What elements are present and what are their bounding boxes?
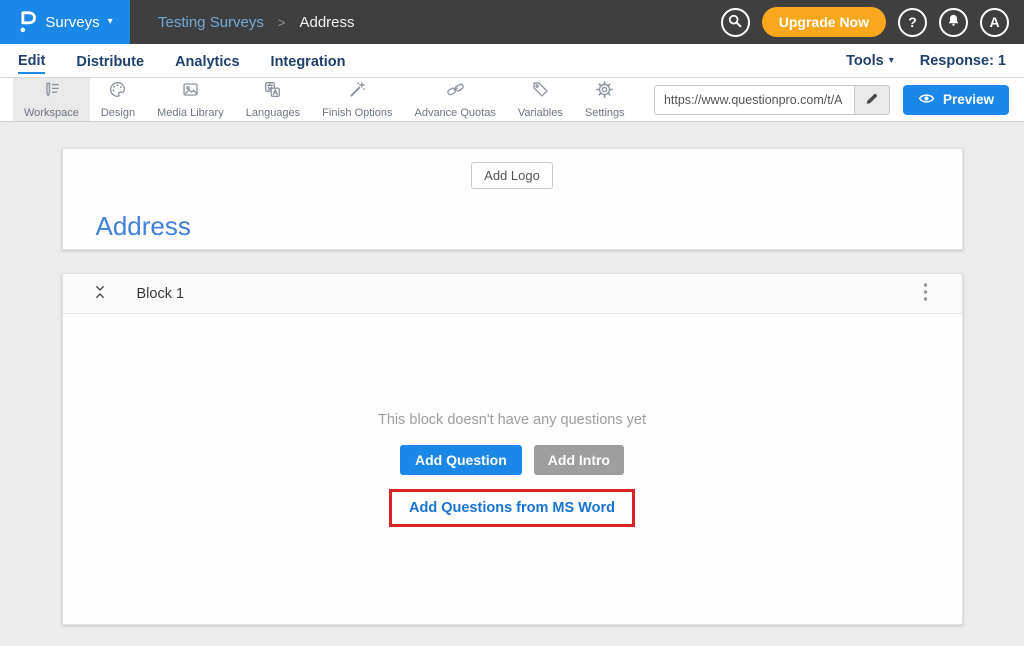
block-title[interactable]: Block 1 bbox=[137, 286, 185, 302]
toolbar-item-label: Variables bbox=[518, 107, 563, 119]
response-count[interactable]: Response: 1 bbox=[920, 53, 1006, 69]
preview-label: Preview bbox=[943, 92, 994, 107]
chevron-down-icon: ▾ bbox=[108, 17, 113, 27]
search-icon bbox=[727, 13, 743, 32]
block-header: Block 1 bbox=[63, 274, 962, 314]
palette-icon bbox=[108, 80, 127, 104]
tab-analytics[interactable]: Analytics bbox=[175, 49, 239, 73]
toolbar-item-label: Finish Options bbox=[322, 107, 392, 119]
toolbar-item-finish-options[interactable]: Finish Options bbox=[311, 78, 403, 121]
block-card: Block 1 This block doesn't have any ques… bbox=[62, 273, 963, 625]
tag-icon bbox=[531, 80, 550, 104]
notifications-button[interactable] bbox=[939, 8, 968, 37]
toolbar-item-workspace[interactable]: Workspace bbox=[13, 78, 90, 121]
toolbar-item-design[interactable]: Design bbox=[90, 78, 146, 121]
translate-icon bbox=[263, 80, 282, 104]
tab-distribute[interactable]: Distribute bbox=[76, 49, 144, 73]
toolbar-item-label: Workspace bbox=[24, 107, 79, 119]
toolbar-item-label: Settings bbox=[585, 107, 625, 119]
collapse-icon bbox=[92, 284, 108, 303]
annotation-highlight-box: Add Questions from MS Word bbox=[389, 489, 635, 527]
image-icon bbox=[181, 80, 200, 104]
chevron-down-icon: ▾ bbox=[889, 56, 894, 66]
toolbar-item-variables[interactable]: Variables bbox=[507, 78, 574, 121]
section-nav: Edit Distribute Analytics Integration To… bbox=[0, 44, 1024, 78]
wand-icon bbox=[348, 80, 367, 104]
block-menu-button[interactable] bbox=[919, 278, 932, 309]
nav-links: Edit Distribute Analytics Integration bbox=[18, 48, 345, 74]
header-actions: Upgrade Now ? A bbox=[721, 7, 1024, 37]
workspace-icon bbox=[42, 80, 61, 104]
survey-title-card: Add Logo Address bbox=[62, 148, 963, 250]
tools-menu[interactable]: Tools ▾ bbox=[846, 53, 894, 69]
add-question-button[interactable]: Add Question bbox=[400, 445, 522, 475]
kebab-menu-icon bbox=[923, 290, 928, 305]
chain-links-icon bbox=[446, 80, 465, 104]
preview-button[interactable]: Preview bbox=[903, 85, 1009, 115]
empty-block-message: This block doesn't have any questions ye… bbox=[378, 412, 646, 428]
toolbar-item-advance-quotas[interactable]: Advance Quotas bbox=[403, 78, 506, 121]
pencil-icon bbox=[864, 91, 879, 109]
toolbar-item-label: Design bbox=[101, 107, 135, 119]
top-header: Surveys ▾ Testing Surveys > Address Upgr… bbox=[0, 0, 1024, 44]
breadcrumb: Testing Surveys > Address bbox=[158, 14, 355, 31]
edit-url-button[interactable] bbox=[854, 85, 890, 115]
avatar[interactable]: A bbox=[980, 8, 1009, 37]
breadcrumb-separator: > bbox=[278, 15, 286, 30]
toolbar-spacer bbox=[636, 78, 654, 121]
tools-label: Tools bbox=[846, 53, 884, 69]
block-body: This block doesn't have any questions ye… bbox=[63, 314, 962, 527]
survey-title[interactable]: Address bbox=[96, 211, 962, 242]
toolbar-item-languages[interactable]: Languages bbox=[235, 78, 311, 121]
collapse-block-button[interactable] bbox=[89, 283, 111, 305]
editor-toolbar: Workspace Design Media Library Languages… bbox=[0, 78, 1024, 122]
breadcrumb-current: Address bbox=[299, 14, 354, 31]
block-actions: Add Question Add Intro bbox=[400, 445, 624, 475]
bell-icon bbox=[946, 13, 961, 31]
add-logo-button[interactable]: Add Logo bbox=[471, 162, 553, 189]
toolbar-item-label: Advance Quotas bbox=[414, 107, 495, 119]
survey-url-input[interactable] bbox=[654, 85, 854, 115]
nav-right: Tools ▾ Response: 1 bbox=[846, 53, 1006, 69]
breadcrumb-parent[interactable]: Testing Surveys bbox=[158, 14, 264, 31]
product-name: Surveys bbox=[45, 14, 99, 31]
tab-integration[interactable]: Integration bbox=[271, 49, 346, 73]
toolbar-item-media-library[interactable]: Media Library bbox=[146, 78, 235, 121]
upgrade-now-button[interactable]: Upgrade Now bbox=[762, 7, 886, 37]
add-intro-button[interactable]: Add Intro bbox=[534, 445, 624, 475]
survey-workspace: Add Logo Address Block 1 This block does… bbox=[0, 122, 1024, 646]
search-button[interactable] bbox=[721, 8, 750, 37]
help-button[interactable]: ? bbox=[898, 8, 927, 37]
toolbar-item-settings[interactable]: Settings bbox=[574, 78, 636, 121]
survey-url-group bbox=[654, 85, 890, 115]
eye-icon bbox=[918, 92, 935, 108]
toolbar-item-label: Languages bbox=[246, 107, 300, 119]
gear-icon bbox=[595, 80, 614, 104]
tab-edit[interactable]: Edit bbox=[18, 48, 45, 74]
questionpro-logo-icon bbox=[17, 9, 37, 35]
product-switcher[interactable]: Surveys ▾ bbox=[0, 0, 130, 44]
add-questions-ms-word-link[interactable]: Add Questions from MS Word bbox=[409, 500, 615, 516]
toolbar-item-label: Media Library bbox=[157, 107, 224, 119]
